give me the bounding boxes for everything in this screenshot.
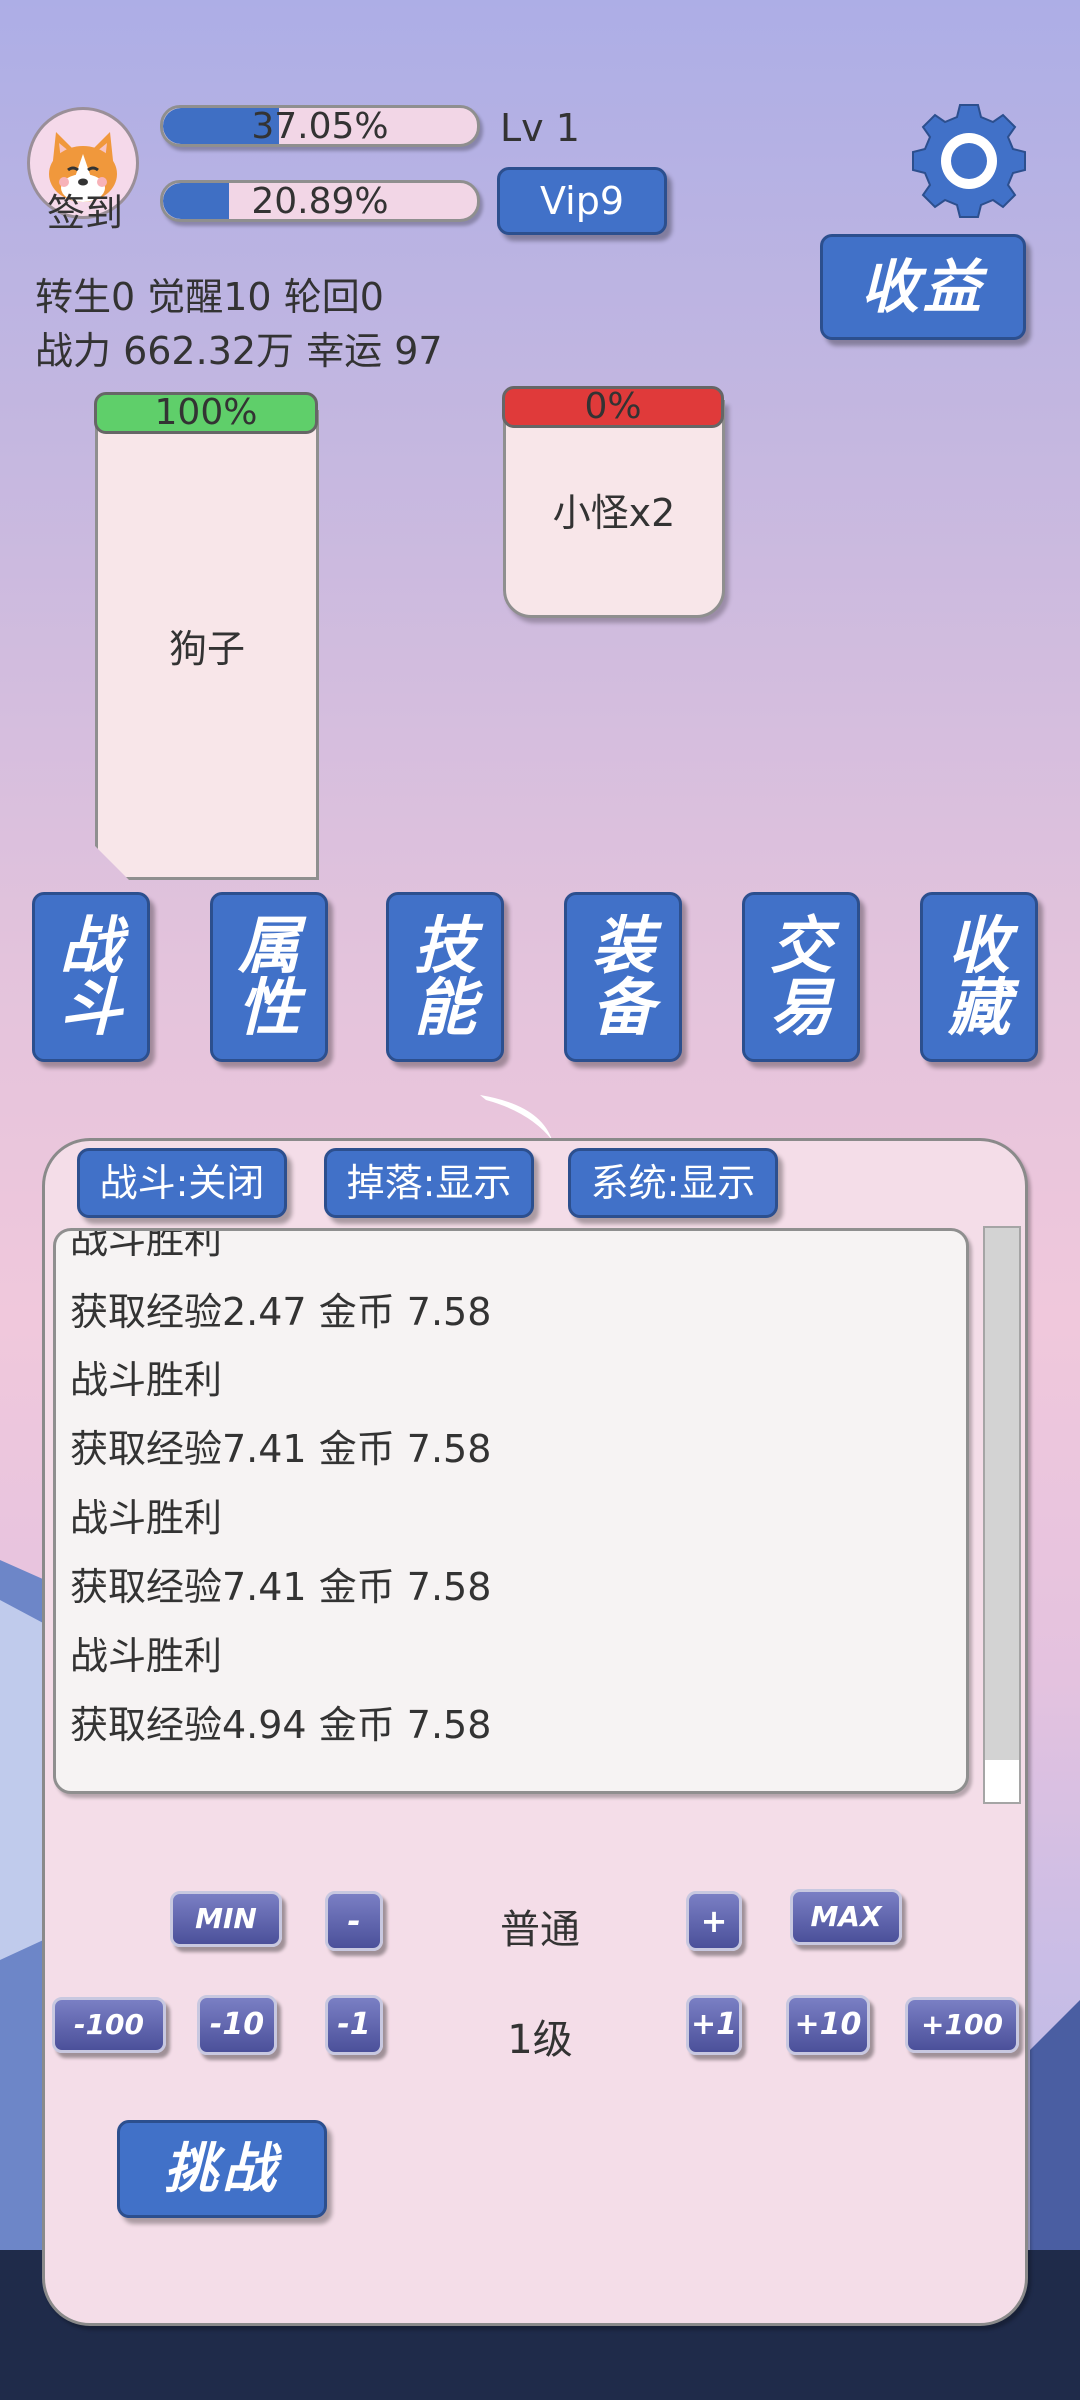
stage-plus1-button[interactable]: +1 (686, 1995, 742, 2055)
challenge-button[interactable]: 挑战 (117, 2120, 327, 2218)
secondary-progress-text: 20.89% (251, 181, 389, 222)
tab-attributes-label: 属性 (237, 909, 300, 1044)
secondary-progress-bar: 20.89% (160, 180, 480, 222)
tab-trade-label: 交易 (769, 909, 832, 1044)
stage-minus1-button[interactable]: -1 (325, 1995, 383, 2055)
level-label: Lv 1 (500, 106, 580, 150)
difficulty-min-button[interactable]: MIN (170, 1891, 282, 1947)
tab-collection-label: 收藏 (947, 909, 1010, 1044)
enemy-hp-bar: 0% (502, 386, 724, 428)
log-line: 战斗胜利 (70, 1358, 223, 1402)
log-line: 获取经验2.47 金币 7.58 (70, 1290, 492, 1334)
enemy-hp-text: 0% (584, 386, 642, 427)
player-name: 狗子 (168, 626, 245, 671)
tab-equipment-label: 装备 (591, 909, 654, 1044)
tab-skills[interactable]: 技能 (386, 892, 504, 1062)
tab-attributes[interactable]: 属性 (210, 892, 328, 1062)
stage-minus10-button[interactable]: -10 (197, 1995, 277, 2055)
enemy-card[interactable]: 小怪x2 (503, 400, 725, 618)
exp-progress-text: 37.05% (251, 106, 389, 147)
difficulty-minus-button[interactable]: - (325, 1891, 383, 1951)
log-scrollbar[interactable] (983, 1226, 1021, 1804)
log-line-partial: 战斗胜利 (70, 1228, 223, 1262)
stage-plus10-button[interactable]: +10 (786, 1995, 870, 2055)
tab-battle[interactable]: 战斗 (32, 892, 150, 1062)
checkin-label[interactable]: 签到 (27, 182, 143, 237)
difficulty-value: 普通 (500, 1907, 580, 1953)
filter-system-button[interactable]: 系统:显示 (568, 1148, 778, 1218)
tab-equipment[interactable]: 装备 (564, 892, 682, 1062)
vip-button[interactable]: Vip9 (497, 167, 667, 235)
tab-skills-label: 技能 (413, 909, 476, 1044)
log-scrollbar-thumb[interactable] (985, 1760, 1019, 1802)
filter-drop-button[interactable]: 掉落:显示 (324, 1148, 534, 1218)
tab-battle-label: 战斗 (59, 909, 122, 1044)
log-line: 战斗胜利 (70, 1496, 223, 1540)
battle-log[interactable]: 战斗胜利 获取经验2.47 金币 7.58 战斗胜利 获取经验7.41 金币 7… (53, 1228, 969, 1794)
tab-collection[interactable]: 收藏 (920, 892, 1038, 1062)
difficulty-max-button[interactable]: MAX (790, 1889, 902, 1945)
stage-plus100-button[interactable]: +100 (905, 1997, 1019, 2053)
tab-trade[interactable]: 交易 (742, 892, 860, 1062)
stats-power-luck: 战力 662.32万 幸运 97 (35, 329, 443, 373)
log-line: 获取经验4.94 金币 7.58 (70, 1703, 492, 1747)
difficulty-plus-button[interactable]: + (686, 1891, 742, 1951)
player-hp-bar: 100% (94, 392, 318, 434)
income-button[interactable]: 收益 (820, 234, 1026, 340)
stage-value: 1级 (507, 2017, 573, 2063)
stats-rebirth: 转生0 觉醒10 轮回0 (35, 275, 384, 319)
enemy-name: 小怪x2 (552, 490, 676, 535)
log-line: 战斗胜利 (70, 1634, 223, 1678)
log-line: 获取经验7.41 金币 7.58 (70, 1565, 492, 1609)
log-line: 获取经验7.41 金币 7.58 (70, 1427, 492, 1471)
gear-icon[interactable] (908, 100, 1030, 222)
stage-minus100-button[interactable]: -100 (52, 1997, 166, 2053)
player-hp-text: 100% (154, 392, 258, 433)
filter-battle-button[interactable]: 战斗:关闭 (77, 1148, 287, 1218)
player-card[interactable]: 狗子 (95, 410, 319, 880)
exp-progress-bar: 37.05% (160, 105, 480, 147)
